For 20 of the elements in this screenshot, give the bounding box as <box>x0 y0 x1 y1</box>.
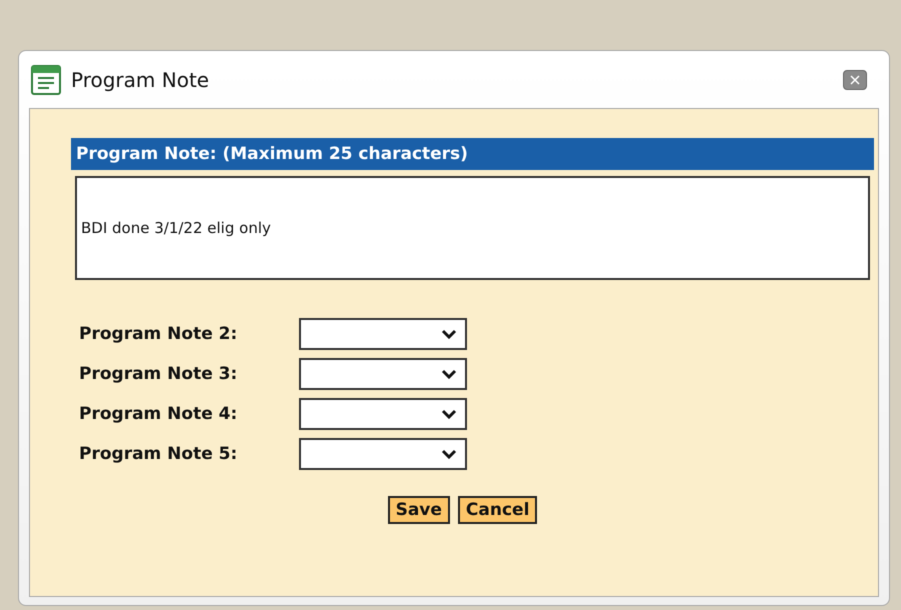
chevron-down-icon <box>441 409 457 419</box>
chevron-down-icon <box>441 369 457 379</box>
note-icon <box>31 64 61 94</box>
field-label: Program Note 4: <box>79 404 238 424</box>
dropdown-field[interactable] <box>299 358 467 390</box>
dropdown-field[interactable] <box>299 318 467 350</box>
dropdown-field[interactable] <box>299 398 467 430</box>
field-label: Program Note 3: <box>79 364 238 384</box>
save-button[interactable]: Save <box>388 496 450 524</box>
chevron-down-icon <box>441 449 457 459</box>
section-heading: Program Note: (Maximum 25 characters) <box>71 138 874 170</box>
chevron-down-icon <box>441 329 457 339</box>
cancel-button[interactable]: Cancel <box>458 496 538 524</box>
close-icon <box>850 74 860 84</box>
field-label: Program Note 5: <box>79 444 238 464</box>
close-button[interactable] <box>843 70 867 90</box>
window-title: Program Note <box>71 68 210 92</box>
dropdown-field[interactable] <box>299 438 467 470</box>
note-field[interactable]: BDI done 3/1/22 elig only <box>75 176 870 280</box>
field-label: Program Note 2: <box>79 324 238 344</box>
